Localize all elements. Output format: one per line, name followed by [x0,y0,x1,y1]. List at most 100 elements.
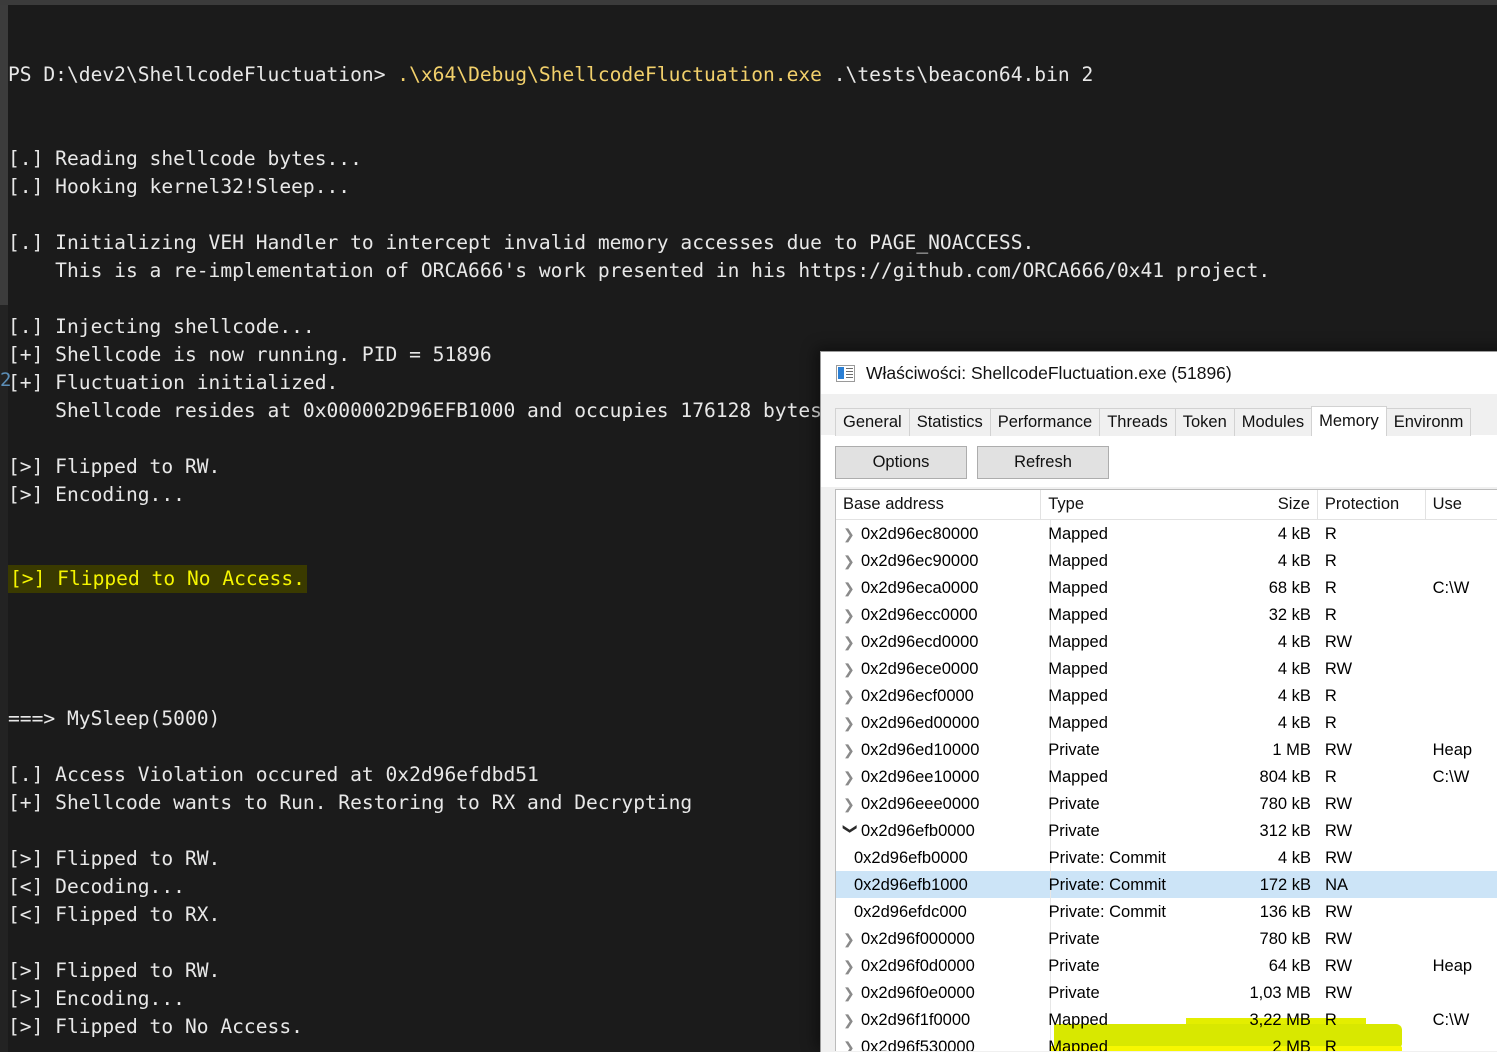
table-row[interactable]: 0x2d96efb0000 Private: Commit 4 kB RW [836,844,1497,871]
table-row[interactable]: ❯ 0x2d96ee10000 Mapped 804 kB R C:\W [836,763,1497,790]
table-row[interactable]: ❯ 0x2d96eca0000 Mapped 68 kB R C:\W [836,574,1497,601]
cell-type: Private [1048,956,1100,975]
chevron-down-icon[interactable]: ❯ [838,823,864,839]
refresh-button[interactable]: Refresh [977,446,1109,479]
cell-base-address: ❯ 0x2d96f530000 [836,1034,1041,1052]
cell-size: 4 kB [1277,524,1311,543]
cell-protection: R [1324,524,1337,543]
terminal-scrollbar[interactable] [0,5,8,1052]
table-row[interactable]: ❯ 0x2d96f000000 Private 780 kB RW [836,925,1497,952]
cell-size: 4 kB [1277,659,1311,678]
process-properties-window[interactable]: Właściwości: ShellcodeFluctuation.exe (5… [820,351,1497,1052]
column-header-size[interactable]: Size [1216,490,1318,519]
tab-general[interactable]: General [835,408,910,436]
chevron-right-icon[interactable]: ❯ [843,737,859,763]
cell-base-address: ❯ 0x2d96ece0000 [836,656,1041,682]
terminal-prompt-line: PS D:\dev2\ShellcodeFluctuation> .\x64\D… [8,61,1093,89]
chevron-right-icon[interactable]: ❯ [843,629,859,655]
table-row[interactable]: ❯ 0x2d96ecd0000 Mapped 4 kB RW [836,628,1497,655]
chevron-right-icon[interactable]: ❯ [843,1034,859,1052]
chevron-right-icon[interactable]: ❯ [843,548,859,574]
chevron-right-icon[interactable]: ❯ [843,602,859,628]
cell-protection: RW [1324,794,1353,813]
window-titlebar[interactable]: Właściwości: ShellcodeFluctuation.exe (5… [821,352,1497,394]
chevron-right-icon[interactable]: ❯ [843,683,859,709]
options-button[interactable]: Options [835,446,967,479]
table-row[interactable]: 0x2d96efdc000 Private: Commit 136 kB RW [836,898,1497,925]
cell-type: Mapped [1048,551,1108,570]
table-row[interactable]: ❯ 0x2d96ed10000 Private 1 MB RW Heap [836,736,1497,763]
cell-size: 3,22 MB [1249,1010,1311,1029]
table-row[interactable]: ❯ 0x2d96ece0000 Mapped 4 kB RW [836,655,1497,682]
table-row[interactable]: ❯ 0x2d96efb0000 Private 312 kB RW [836,817,1497,844]
chevron-right-icon[interactable]: ❯ [843,575,859,601]
cell-protection: R [1324,767,1337,786]
base-address-text: 0x2d96f0e0000 [861,983,975,1002]
table-row[interactable]: ❯ 0x2d96f530000 Mapped 2 MB R [836,1033,1497,1052]
cell-type: Mapped [1048,713,1108,732]
table-row[interactable]: ❯ 0x2d96ecf0000 Mapped 4 kB R [836,682,1497,709]
cell-type: Mapped [1048,524,1108,543]
cell-protection: R [1324,1037,1337,1052]
base-address-text: 0x2d96ecd0000 [861,632,979,651]
chevron-right-icon[interactable]: ❯ [843,791,859,817]
table-row[interactable]: ❯ 0x2d96eee0000 Private 780 kB RW [836,790,1497,817]
cell-size: 804 kB [1259,767,1311,786]
cell-use: C:\W [1432,578,1470,597]
chevron-right-icon[interactable]: ❯ [843,656,859,682]
base-address-text: 0x2d96efb0000 [861,821,975,840]
memory-list-rows[interactable]: ❯ 0x2d96ec80000 Mapped 4 kB R ❯ 0x2d96ec90000 M… [836,520,1497,1051]
tab-strip[interactable]: General Statistics Performance Threads Token… [821,406,1497,436]
column-header-base-address[interactable]: Base address [836,490,1042,519]
column-header-protection[interactable]: Protection [1318,490,1426,519]
tab-token[interactable]: Token [1174,408,1235,436]
terminal-output-block-top: [.] Reading shellcode bytes... [.] Hookin… [8,145,1271,509]
tab-threads[interactable]: Threads [1099,408,1176,436]
table-row[interactable]: ❯ 0x2d96ec80000 Mapped 4 kB R [836,520,1497,547]
chevron-right-icon[interactable]: ❯ [843,1007,859,1033]
terminal-output[interactable]: PS D:\dev2\ShellcodeFluctuation> .\x64\D… [8,5,1271,1052]
tab-memory[interactable]: Memory [1311,406,1387,436]
column-header-use[interactable]: Use [1426,490,1497,519]
table-row[interactable]: ❯ 0x2d96ed00000 Mapped 4 kB R [836,709,1497,736]
chevron-right-icon[interactable]: ❯ [843,710,859,736]
table-row[interactable]: ❯ 0x2d96ec90000 Mapped 4 kB R [836,547,1497,574]
cell-type: Mapped [1048,632,1108,651]
memory-list-header[interactable]: Base address Type Size Protection Use [836,490,1497,520]
cell-base-address: ❯ 0x2d96ee10000 [836,764,1041,790]
tab-environm[interactable]: Environm [1385,408,1472,436]
cell-protection: NA [1325,875,1348,894]
chevron-right-icon[interactable]: ❯ [843,764,859,790]
chevron-right-icon[interactable]: ❯ [843,953,859,979]
cell-base-address: ❯ 0x2d96ed00000 [836,710,1041,736]
terminal-scrollbar-thumb[interactable] [0,5,8,305]
table-row[interactable]: ❯ 0x2d96f0e0000 Private 1,03 MB RW [836,979,1497,1006]
table-row[interactable]: ❯ 0x2d96f1f0000 Mapped 3,22 MB R C:\W [836,1006,1497,1033]
table-row[interactable]: ❯ 0x2d96ecc0000 Mapped 32 kB R [836,601,1497,628]
tab-statistics[interactable]: Statistics [908,408,991,436]
column-header-type[interactable]: Type [1041,490,1216,519]
memory-regions-list[interactable]: Base address Type Size Protection Use ❯ 0… [835,489,1497,1051]
terminal-output-block-bottom: ===> MySleep(5000) [.] Access Violation … [8,649,808,1052]
cell-size: 780 kB [1259,794,1311,813]
terminal-line: This is a re-implementation of ORCA666's… [8,259,1271,282]
table-row[interactable]: 0x2d96efb1000 Private: Commit 172 kB NA [836,871,1497,898]
base-address-text: 0x2d96f1f0000 [861,1010,971,1029]
cell-type: Mapped [1048,578,1108,597]
tab-performance[interactable]: Performance [989,408,1101,436]
cell-size: 64 kB [1268,956,1311,975]
terminal-prompt: PS D:\dev2\ShellcodeFluctuation> [8,63,398,86]
chevron-right-icon[interactable]: ❯ [843,521,859,547]
cell-type: Private [1048,821,1100,840]
tab-modules[interactable]: Modules [1233,408,1313,436]
cell-base-address: ❯ 0x2d96f0e0000 [836,980,1041,1006]
chevron-right-icon[interactable]: ❯ [843,980,859,1006]
terminal-command-path: .\x64\Debug\ShellcodeFluctuation.exe [397,63,822,86]
terminal-line: ===> MySleep(5000) [8,707,221,730]
cell-base-address: ❯ 0x2d96ed10000 [836,737,1041,763]
chevron-right-icon[interactable]: ❯ [843,926,859,952]
table-row[interactable]: ❯ 0x2d96f0d0000 Private 64 kB RW Heap [836,952,1497,979]
cell-base-address: ❯ 0x2d96ec80000 [836,521,1041,547]
